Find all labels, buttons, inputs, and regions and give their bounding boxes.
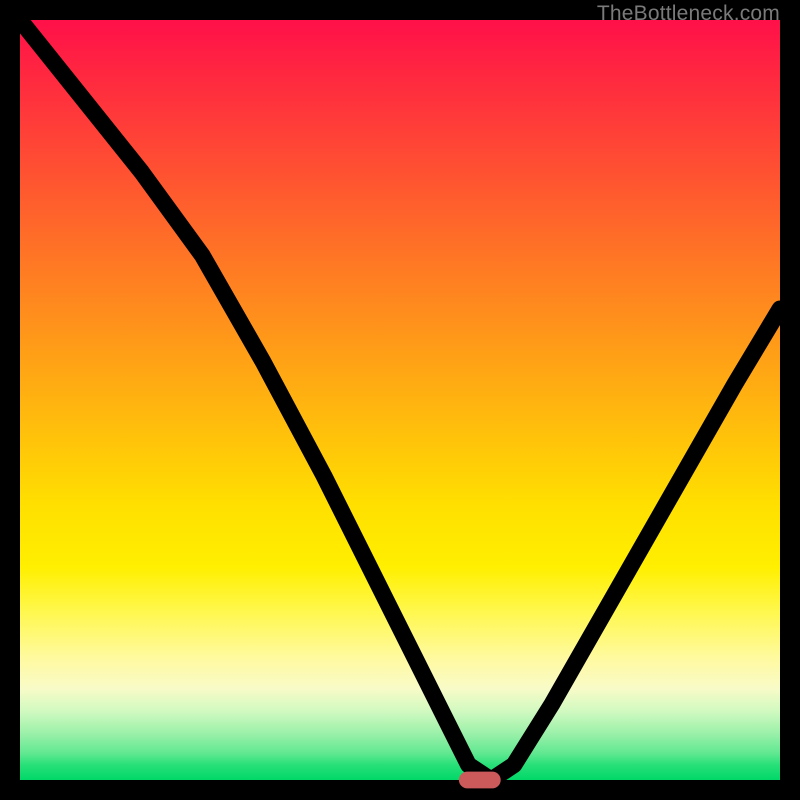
optimal-marker [459, 772, 501, 789]
bottleneck-curve [20, 20, 780, 780]
plot-svg [20, 20, 780, 780]
bottleneck-gradient-plot [20, 20, 780, 780]
